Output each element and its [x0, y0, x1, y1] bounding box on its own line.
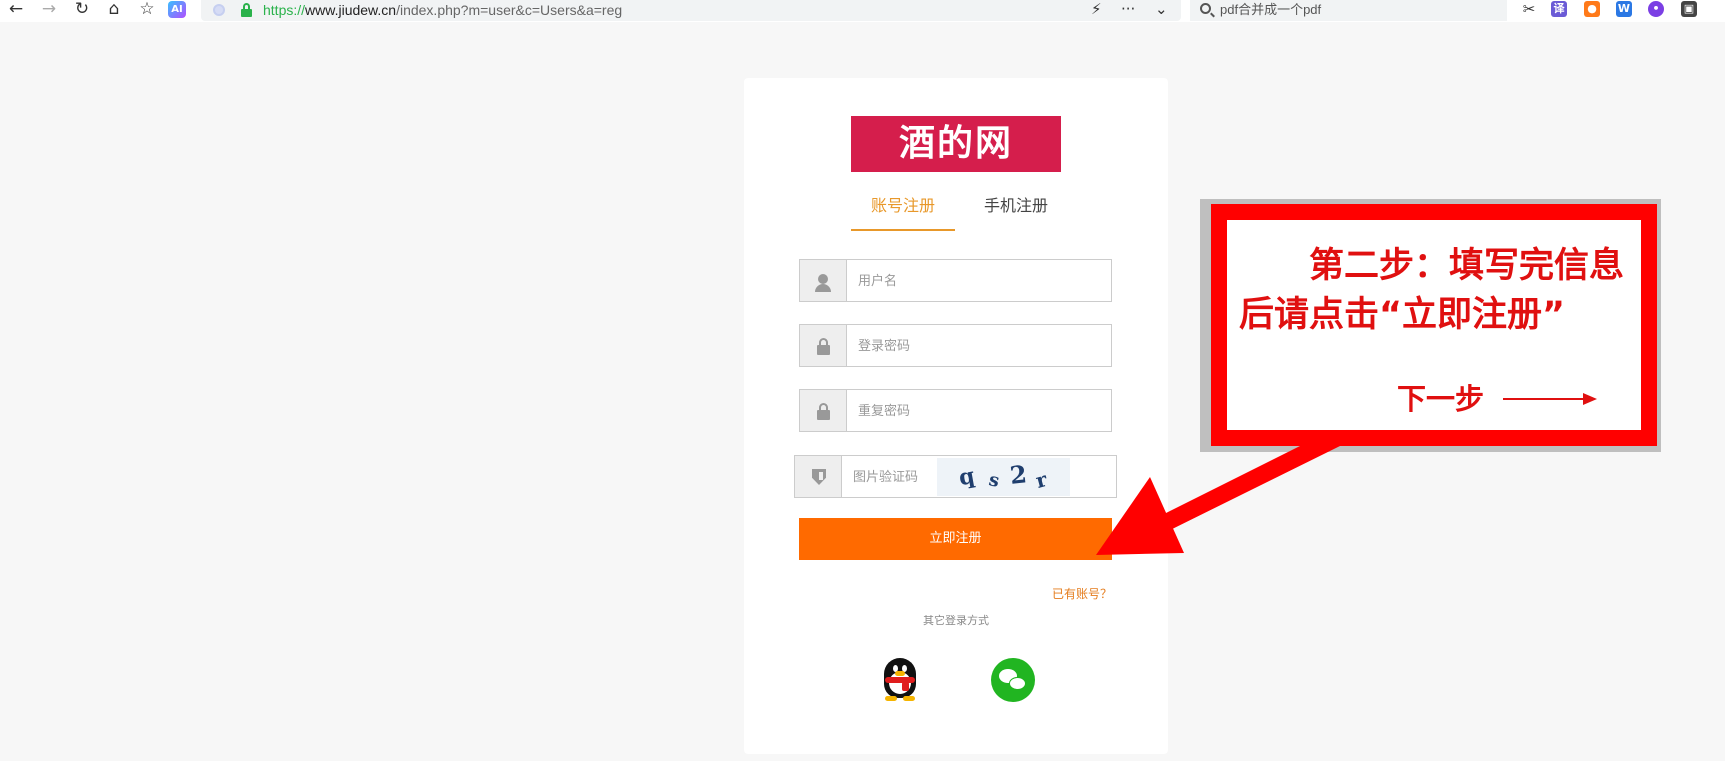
wechat-login-icon[interactable]	[991, 658, 1035, 702]
pointer-arrow-icon	[1096, 430, 1340, 555]
lightning-icon[interactable]: ⚡	[1091, 0, 1102, 18]
translate-extension-icon[interactable]: 译	[1551, 1, 1567, 17]
right-arrow-icon	[1503, 393, 1597, 405]
register-card: 酒的网 账号注册 手机注册 q s 2 r 立即注册 已有账号？ 其它登录方式	[744, 78, 1168, 754]
more-dots-icon[interactable]: ···	[1121, 0, 1135, 18]
browser-toolbar: ← → ↻ ⌂ ☆ AI https://www.jiudew.cn/index…	[0, 0, 1725, 22]
tab-phone-register[interactable]: 手机注册	[966, 195, 1066, 231]
password-field	[799, 324, 1112, 367]
captcha-char: s	[986, 469, 1002, 492]
captcha-char: q	[956, 462, 977, 492]
qq-login-icon[interactable]	[878, 656, 922, 702]
search-query[interactable]: pdf合并成一个pdf	[1220, 1, 1321, 18]
annotation-next-step: 下一步	[1397, 382, 1485, 416]
secure-lock-icon[interactable]	[241, 3, 252, 17]
tab-account-register[interactable]: 账号注册	[851, 195, 955, 231]
url-host: www.jiudew.cn	[305, 2, 397, 18]
bookmark-star-icon[interactable]: ☆	[136, 0, 158, 20]
password-input[interactable]	[858, 335, 1098, 357]
captcha-input[interactable]	[853, 466, 933, 488]
address-bar[interactable]: https://www.jiudew.cn/index.php?m=user&c…	[201, 0, 1181, 21]
repeat-password-field	[799, 389, 1112, 432]
search-box[interactable]: pdf合并成一个pdf	[1190, 0, 1507, 21]
annotation-box: 第二步：填写完信息后请点击“立即注册” 下一步	[1211, 204, 1657, 446]
url-text[interactable]: https://www.jiudew.cn/index.php?m=user&c…	[263, 1, 622, 19]
captcha-char: r	[1033, 467, 1050, 493]
url-path: /index.php?m=user&c=Users&a=reg	[396, 2, 623, 18]
game-extension-icon[interactable]: ●	[1584, 1, 1600, 17]
register-submit-button[interactable]: 立即注册	[799, 518, 1112, 560]
lock-icon	[800, 325, 847, 366]
reader-extension-icon[interactable]: ▣	[1681, 1, 1697, 17]
user-icon	[800, 260, 847, 301]
scissors-icon[interactable]: ✂	[1518, 0, 1540, 20]
reload-icon[interactable]: ↻	[71, 0, 93, 20]
site-logo[interactable]: 酒的网	[851, 116, 1061, 172]
forward-arrow-icon[interactable]: →	[38, 0, 60, 20]
back-arrow-icon[interactable]: ←	[5, 0, 27, 20]
url-scheme: https://	[263, 2, 306, 18]
shield-icon	[812, 469, 826, 485]
shield-icon-cell	[795, 456, 842, 497]
home-icon[interactable]: ⌂	[103, 0, 125, 20]
word-extension-icon[interactable]: W	[1616, 1, 1632, 17]
ai-assistant-icon[interactable]: AI	[168, 1, 186, 18]
lock-icon	[800, 390, 847, 431]
username-field	[799, 259, 1112, 302]
annotation-instruction: 第二步：填写完信息后请点击“立即注册”	[1239, 246, 1625, 335]
captcha-field: q s 2 r	[794, 455, 1117, 498]
search-icon	[1200, 3, 1211, 14]
chevron-down-icon[interactable]: ⌄	[1155, 0, 1168, 18]
assistant-extension-icon[interactable]: •	[1648, 1, 1664, 17]
other-login-label: 其它登录方式	[923, 614, 989, 627]
login-link[interactable]: 已有账号？	[1052, 585, 1112, 602]
captcha-char: 2	[1008, 459, 1029, 490]
site-globe-icon	[213, 4, 225, 16]
repeat-password-input[interactable]	[858, 400, 1098, 422]
username-input[interactable]	[858, 270, 1098, 292]
captcha-image[interactable]: q s 2 r	[937, 458, 1070, 496]
